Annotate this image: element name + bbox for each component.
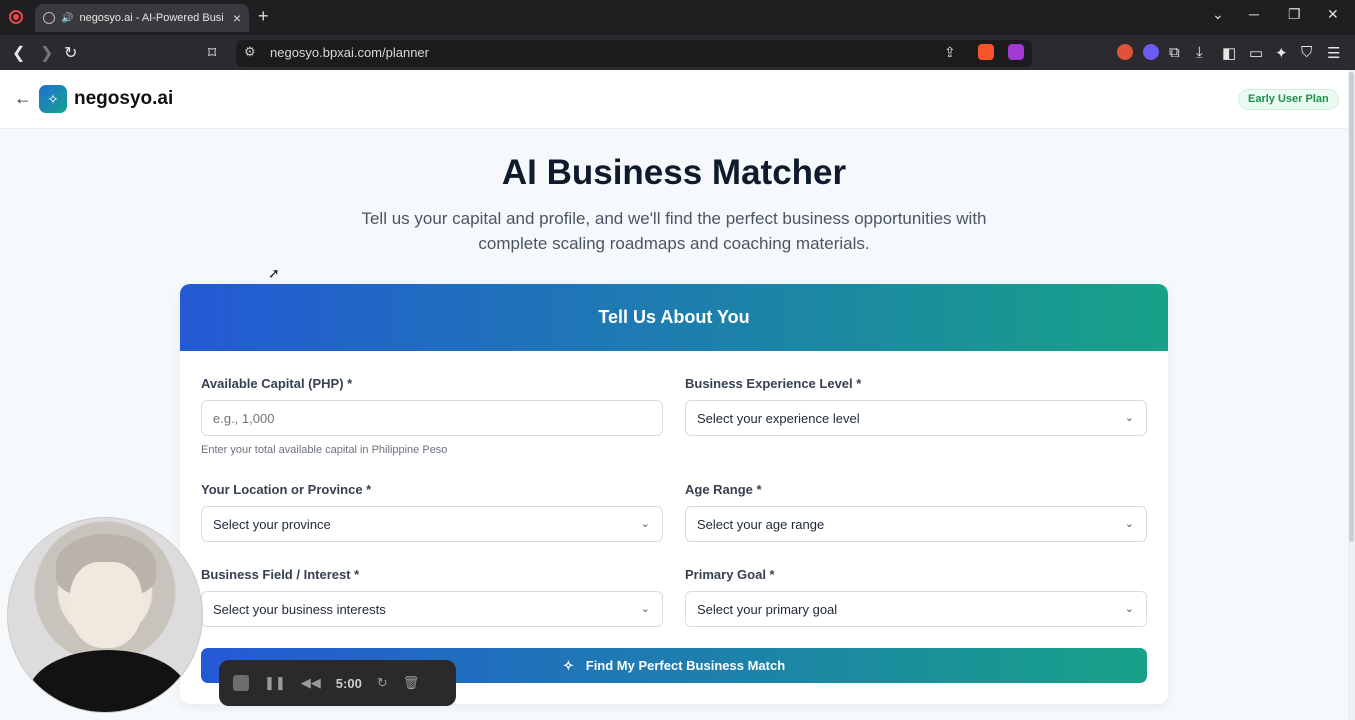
stop-icon[interactable] [233, 675, 249, 691]
age-select[interactable]: Select your age range ⌄ [685, 506, 1147, 542]
rewind-icon[interactable]: ◀◀ [301, 675, 321, 691]
browser-tab-bar: 🔊 negosyo.ai - AI-Powered Busi × + ⌄ ─ ❐… [0, 0, 1355, 35]
wallet-icon[interactable]: ▭ [1249, 44, 1263, 62]
recording-timer: 5:00 [335, 675, 362, 691]
experience-select[interactable]: Select your experience level ⌄ [685, 400, 1147, 436]
page-title: AI Business Matcher [501, 153, 847, 192]
avatar-shirt [28, 650, 188, 712]
streamer-avatar [7, 517, 203, 713]
sidebar-icon[interactable]: ◧ [1222, 44, 1236, 62]
browser-tab[interactable]: 🔊 negosyo.ai - AI-Powered Busi × [35, 4, 249, 32]
restore-icon[interactable]: ❐ [1288, 6, 1301, 23]
capital-hint: Enter your total available capital in Ph… [201, 444, 448, 456]
capital-label: Available Capital (PHP) * [201, 376, 353, 391]
share-icon[interactable]: ⇪ [944, 44, 956, 61]
capital-input[interactable] [201, 400, 663, 436]
brave-rewards-icon[interactable] [1008, 44, 1024, 60]
leo-icon[interactable]: ✦ [1275, 44, 1288, 62]
chevron-down-icon: ⌄ [1124, 518, 1134, 530]
find-match-label: Find My Perfect Business Match [585, 658, 786, 673]
pause-icon[interactable]: ❚❚ [264, 675, 286, 691]
interest-label: Business Field / Interest * [201, 567, 360, 582]
window-close-icon[interactable]: ✕ [1327, 6, 1339, 23]
vpn-icon[interactable]: ⛉ [1301, 44, 1312, 61]
new-tab-button[interactable]: + [258, 6, 269, 27]
bookmark-icon[interactable]: ⌑ [208, 43, 216, 63]
extension-icon[interactable] [1117, 44, 1133, 60]
back-icon[interactable]: ❮ [12, 43, 25, 63]
reload-icon[interactable]: ↻ [64, 43, 77, 63]
sparkle-icon: ✧ [562, 657, 574, 673]
goal-select[interactable]: Select your primary goal ⌄ [685, 591, 1147, 627]
location-label: Your Location or Province * [201, 482, 372, 497]
brave-shield-icon[interactable] [978, 44, 994, 60]
tab-title: negosyo.ai - AI-Powered Busi [79, 12, 224, 24]
download-icon[interactable]: ⤓ [1196, 44, 1203, 61]
goal-value: Select your primary goal [697, 601, 838, 617]
chevron-down-icon: ⌄ [1124, 603, 1134, 615]
interest-value: Select your business interests [213, 601, 386, 617]
location-value: Select your province [213, 516, 331, 532]
minimize-icon[interactable]: ─ [1249, 6, 1259, 22]
age-value: Select your age range [697, 516, 825, 532]
interest-select[interactable]: Select your business interests ⌄ [201, 591, 663, 627]
site-settings-icon[interactable]: ⚙ [244, 44, 256, 60]
experience-value: Select your experience level [697, 410, 860, 426]
brand-name[interactable]: negosyo.ai [74, 88, 173, 110]
goal-label: Primary Goal * [685, 567, 775, 582]
location-select[interactable]: Select your province ⌄ [201, 506, 663, 542]
age-label: Age Range * [685, 482, 762, 497]
chevron-down-icon: ⌄ [640, 518, 650, 530]
form-header: Tell Us About You [180, 284, 1168, 351]
scrollbar-thumb[interactable] [1349, 72, 1354, 542]
globe-icon [43, 12, 55, 24]
record-icon[interactable] [9, 10, 23, 24]
extension-icon[interactable] [1143, 44, 1159, 60]
logo-icon[interactable]: ✧ [39, 85, 67, 113]
plan-badge: Early User Plan [1238, 89, 1339, 110]
recording-controls: ❚❚ ◀◀ 5:00 ↻ 🗑 [219, 660, 456, 706]
forward-icon[interactable]: ❯ [40, 43, 53, 63]
menu-icon[interactable]: ☰ [1327, 44, 1340, 62]
page-subtitle: Tell us your capital and profile, and we… [361, 209, 987, 253]
experience-label: Business Experience Level * [685, 376, 862, 391]
close-icon[interactable]: × [233, 10, 241, 26]
avatar-face [70, 562, 142, 648]
restart-icon[interactable]: ↻ [377, 675, 388, 691]
trash-icon[interactable]: 🗑 [403, 675, 420, 691]
speaker-icon[interactable]: 🔊 [61, 13, 73, 24]
profile-form-card: Tell Us About You Available Capital (PHP… [180, 284, 1168, 704]
mouse-cursor-icon: ➚ [268, 265, 280, 281]
back-icon[interactable]: ← [14, 88, 32, 109]
url-text[interactable]: negosyo.bpxai.com/planner [270, 45, 429, 60]
chevron-down-icon: ⌄ [1124, 412, 1134, 424]
tab-search-icon[interactable]: ⌄ [1212, 6, 1224, 23]
app-header [0, 70, 1348, 129]
extensions-icon[interactable]: ⧉ [1169, 44, 1180, 61]
chevron-down-icon: ⌄ [640, 603, 650, 615]
